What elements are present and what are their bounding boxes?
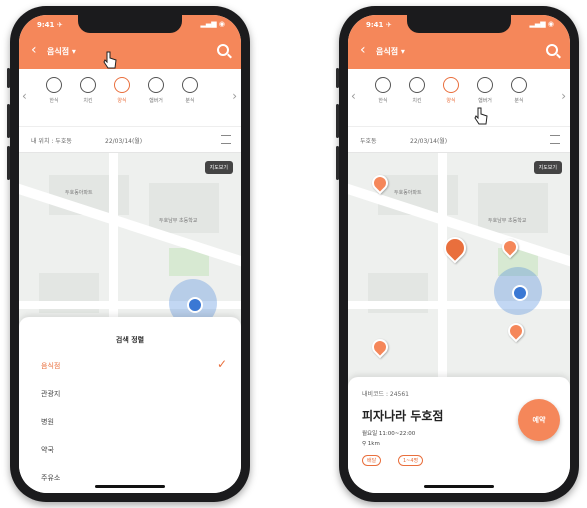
filter-bar: 내 위치 : 두호동 22/03/14(월) [19, 127, 241, 153]
chevron-right-icon[interactable]: › [561, 89, 566, 103]
western-food-icon [114, 77, 130, 93]
right-phone: 9:41 ✈ ▂▄▆ ◉ ‹ 음식점 ▾ ‹ 한식 치킨 양식 햄버거 분식 ›… [336, 6, 579, 502]
check-icon: ✓ [216, 357, 227, 371]
sheet-title: 검색 정렬 [115, 336, 145, 344]
current-location-marker [494, 267, 542, 315]
korean-food-icon [375, 77, 391, 93]
date-filter[interactable]: 22/03/14(월) [410, 136, 447, 145]
status-time: 9:41 ✈ [366, 21, 392, 29]
phone-screen: 9:41 ✈ ▂▄▆ ◉ ‹ 음식점 ▾ ‹ 한식 치킨 양식 햄버거 분식 ›… [348, 15, 570, 493]
navi-code: 내비코드 : 24561 [362, 391, 410, 398]
filter-bar: 두호동 22/03/14(월) [348, 127, 570, 153]
back-icon[interactable]: ‹ [360, 43, 366, 57]
western-food-icon [443, 77, 459, 93]
status-icons: ▂▄▆ ◉ [200, 20, 225, 28]
category-western[interactable]: 양식 [107, 77, 137, 104]
phone-screen: 9:41 ✈ ▂▄▆ ◉ ‹ 음식점 ▾ ‹ 한식 치킨 양식 햄버거 분식 ›… [19, 15, 241, 493]
search-icon[interactable] [546, 44, 558, 56]
category-bar: ‹ 한식 치킨 양식 햄버거 분식 › [19, 69, 241, 127]
map-pin[interactable] [368, 335, 392, 359]
header-title[interactable]: 음식점 ▾ [47, 46, 76, 57]
map-label: 두호동아파트 [65, 190, 93, 196]
notch [78, 15, 182, 33]
category-snack[interactable]: 분식 [504, 77, 534, 104]
category-burger[interactable]: 햄버거 [470, 77, 500, 104]
category-western[interactable]: 양식 [436, 77, 466, 104]
home-indicator [95, 485, 165, 488]
map-view-button[interactable]: 지도보기 [204, 161, 233, 174]
korean-food-icon [46, 77, 62, 93]
place-distance: ⚲ 1km [362, 441, 380, 447]
place-card[interactable]: 내비코드 : 24561 피자나라 두호점 월요일 11:00~22:00 ⚲ … [348, 377, 570, 493]
chevron-left-icon[interactable]: ‹ [22, 89, 27, 103]
map-pin[interactable] [504, 319, 528, 343]
map-label: 두호동아파트 [394, 190, 422, 196]
location-filter[interactable]: 내 위치 : 두호동 [31, 136, 72, 145]
header-title[interactable]: 음식점 ▾ [376, 46, 405, 57]
category-snack[interactable]: 분식 [175, 77, 205, 104]
tap-hand-icon [474, 107, 488, 125]
home-indicator [424, 485, 494, 488]
back-icon[interactable]: ‹ [31, 43, 37, 57]
sort-option-hospital[interactable]: 병원 [41, 417, 54, 427]
location-filter[interactable]: 두호동 [360, 136, 377, 145]
category-burger[interactable]: 햄버거 [141, 77, 171, 104]
distance-value: 1km [367, 441, 380, 447]
snack-icon [182, 77, 198, 93]
chicken-icon [80, 77, 96, 93]
sort-bottom-sheet: 검색 정렬 음식점 ✓ 관광지 병원 약국 주유소 [19, 317, 241, 493]
search-icon[interactable] [217, 44, 229, 56]
chevron-right-icon[interactable]: › [232, 89, 237, 103]
category-chicken[interactable]: 치킨 [402, 77, 432, 104]
place-name: 피자나라 두호점 [362, 409, 444, 423]
app-mockup-stage: 9:41 ✈ ▂▄▆ ◉ ‹ 음식점 ▾ ‹ 한식 치킨 양식 햄버거 분식 ›… [0, 0, 587, 508]
tag-delivery: 배달 [362, 455, 382, 466]
left-phone: 9:41 ✈ ▂▄▆ ◉ ‹ 음식점 ▾ ‹ 한식 치킨 양식 햄버거 분식 ›… [7, 6, 250, 502]
chicken-icon [409, 77, 425, 93]
filter-settings-icon[interactable] [221, 135, 231, 144]
status-time: 9:41 ✈ [37, 21, 63, 29]
chevron-left-icon[interactable]: ‹ [351, 89, 356, 103]
map-label: 두호남부 초등학교 [488, 218, 527, 224]
sort-option-gas[interactable]: 주유소 [41, 473, 60, 483]
tag-party-size: 1~4명 [398, 455, 424, 466]
status-icons: ▂▄▆ ◉ [529, 20, 554, 28]
sort-option-restaurant[interactable]: 음식점 [41, 361, 60, 371]
sort-option-tourist[interactable]: 관광지 [41, 389, 60, 399]
map-view-button[interactable]: 지도보기 [533, 161, 562, 174]
category-korean[interactable]: 한식 [368, 77, 398, 104]
tap-hand-icon [103, 51, 117, 69]
category-bar: ‹ 한식 치킨 양식 햄버거 분식 › [348, 69, 570, 127]
category-korean[interactable]: 한식 [39, 77, 69, 104]
category-chicken[interactable]: 치킨 [73, 77, 103, 104]
burger-icon [148, 77, 164, 93]
sort-option-pharmacy[interactable]: 약국 [41, 445, 54, 455]
notch [407, 15, 511, 33]
snack-icon [511, 77, 527, 93]
filter-settings-icon[interactable] [550, 135, 560, 144]
date-filter[interactable]: 22/03/14(월) [105, 136, 142, 145]
burger-icon [477, 77, 493, 93]
place-hours: 월요일 11:00~22:00 [362, 431, 416, 437]
map-label: 두호남부 초등학교 [159, 218, 198, 224]
reserve-button[interactable]: 예약 [518, 399, 560, 441]
